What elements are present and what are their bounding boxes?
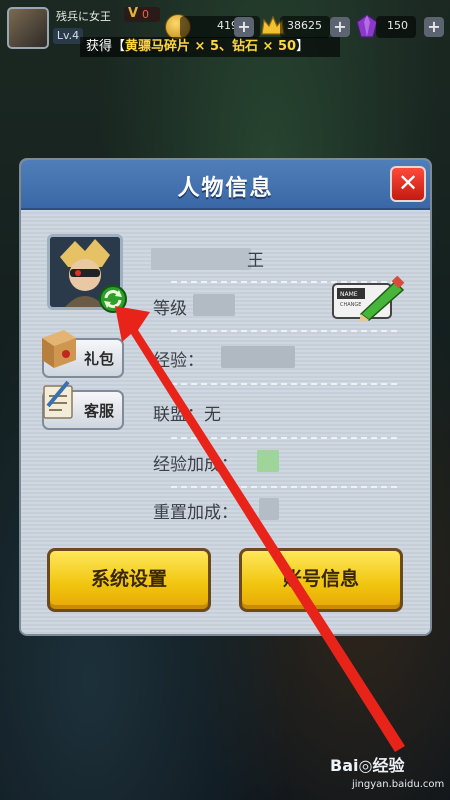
player-name: 残兵に女王: [56, 10, 111, 23]
gift-icon: [42, 330, 76, 368]
service-label: 客服: [83, 402, 114, 420]
gift-button[interactable]: 礼包: [42, 330, 124, 378]
character-info-dialog: 人物信息 ✕ 礼包 客服 王 等级 经验： 联盟：无 经验加成： 重置加成： N…: [19, 158, 432, 636]
close-icon: ✕: [397, 169, 419, 197]
baidu-watermark: Bai◎经验: [330, 756, 405, 775]
divider: [171, 437, 397, 439]
player-name-blurred: [151, 248, 251, 270]
alliance-label: 联盟：无: [153, 405, 221, 425]
add-gems-button[interactable]: +: [424, 17, 444, 37]
gem-counter: 150: [376, 16, 416, 38]
reset-bonus-label: 重置加成：: [153, 503, 238, 523]
rename-text-change: CHANGE: [340, 302, 361, 308]
notice-prefix: 获得【: [86, 39, 126, 54]
exp-value-blurred: [221, 346, 295, 368]
player-name-tail: 王: [247, 251, 264, 271]
system-settings-button[interactable]: 系统设置: [47, 548, 211, 612]
gem-value: 150: [387, 19, 408, 32]
player-avatar[interactable]: [7, 7, 49, 49]
service-icon: [43, 380, 73, 419]
reward-notice: 获得【黄骠马碎片 × 5、钻石 × 50】: [80, 37, 340, 57]
exp-bonus-value-blurred: [257, 450, 279, 472]
rename-button[interactable]: NAME CHANGE: [331, 276, 405, 322]
dialog-body: 礼包 客服 王 等级 经验： 联盟：无 经验加成： 重置加成： NAME CHA…: [21, 210, 430, 634]
rename-text-name: NAME: [340, 291, 358, 298]
exp-bonus-label: 经验加成：: [153, 455, 238, 475]
crown-value: 38625: [287, 19, 322, 32]
divider: [171, 383, 397, 385]
add-gold-button[interactable]: +: [234, 17, 254, 37]
exp-label: 经验：: [153, 351, 204, 371]
vip-value: 0: [142, 8, 149, 21]
vip-label: V: [128, 6, 139, 21]
divider: [171, 330, 397, 332]
player-level: Lv.4: [53, 28, 83, 44]
dialog-header: 人物信息 ✕: [21, 160, 430, 210]
crown-counter: 38625: [280, 16, 330, 38]
reset-bonus-value-blurred: [259, 498, 279, 520]
divider: [171, 486, 397, 488]
account-info-button[interactable]: 账号信息: [239, 548, 403, 612]
level-label: 等级: [153, 299, 187, 319]
service-button[interactable]: 客服: [42, 380, 124, 430]
vip-badge[interactable]: V 0: [124, 6, 160, 22]
close-button[interactable]: ✕: [390, 166, 426, 202]
gift-label: 礼包: [83, 350, 114, 368]
notice-items: 黄骠马碎片 × 5、钻石 × 50: [125, 39, 297, 54]
level-value-blurred: [193, 294, 235, 316]
dialog-title: 人物信息: [177, 176, 274, 201]
add-crowns-button[interactable]: +: [330, 17, 350, 37]
gem-icon: [356, 14, 378, 38]
refresh-icon[interactable]: [98, 284, 128, 314]
top-hud: 残兵に女王 V 0 Lv.4 41900 38625 + 150 + + 获得【…: [0, 0, 450, 57]
notice-suffix: 】: [296, 39, 310, 54]
baidu-watermark-url: jingyan.baidu.com: [352, 779, 445, 790]
